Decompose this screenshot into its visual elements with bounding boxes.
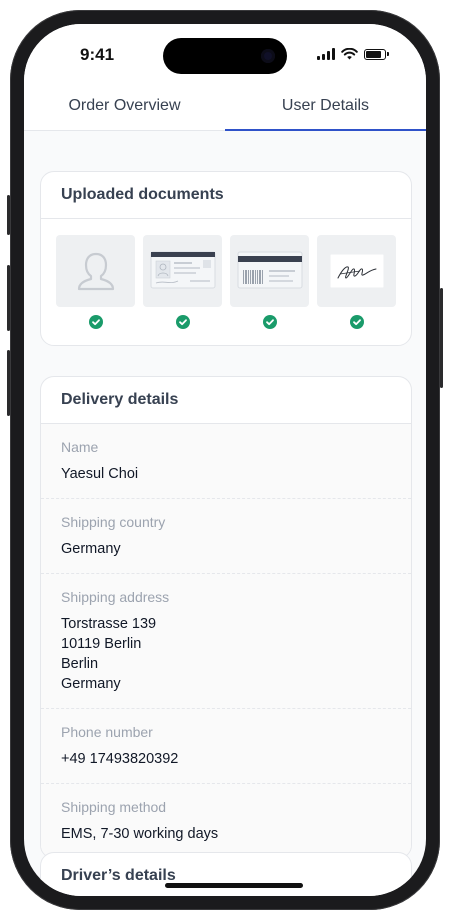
- document-item[interactable]: [317, 235, 396, 345]
- profile-photo-icon: [56, 235, 135, 307]
- field-label: Shipping address: [61, 589, 170, 605]
- tab-user-details[interactable]: User Details: [225, 84, 426, 131]
- phone-number-field: Phone number +49 17493820392: [41, 709, 411, 784]
- address-line: 10119 Berlin: [61, 636, 142, 652]
- tab-bar: Order Overview User Details: [24, 84, 426, 131]
- home-indicator[interactable]: [165, 883, 303, 888]
- field-value: Germany: [61, 541, 121, 557]
- shipping-address-field: Shipping address Torstrasse 139 10119 Be…: [41, 574, 411, 709]
- document-item[interactable]: [143, 235, 222, 345]
- shipping-country-field: Shipping country Germany: [41, 499, 411, 574]
- wifi-icon: [341, 48, 358, 60]
- drivers-details-title: Driver’s details: [61, 867, 176, 884]
- id-card-back-icon: [230, 235, 309, 307]
- address-line: Berlin: [61, 656, 99, 672]
- field-label: Shipping country: [61, 514, 166, 530]
- delivery-details-card: Delivery details Name Yaesul Choi Shippi…: [40, 376, 412, 859]
- uploaded-documents-title: Uploaded documents: [41, 172, 411, 219]
- shipping-method-field: Shipping method EMS, 7-30 working days: [41, 784, 411, 858]
- status-time: 9:41: [80, 45, 115, 64]
- check-circle-icon: [88, 315, 103, 329]
- name-field: Name Yaesul Choi: [41, 424, 411, 499]
- field-label: Name: [61, 439, 99, 455]
- screen: 9:41 Order Overview User Details Uploade…: [24, 24, 426, 896]
- status-icons: [317, 48, 389, 60]
- drivers-details-card: Driver’s details: [40, 852, 412, 896]
- action-button: [7, 195, 10, 235]
- signature-icon: [317, 235, 396, 307]
- id-card-front-icon: [143, 235, 222, 307]
- volume-down-button: [7, 350, 10, 416]
- address-line: Germany: [61, 676, 121, 692]
- documents-row: [41, 219, 411, 345]
- address-line: Torstrasse 139: [61, 616, 157, 632]
- camera-icon: [261, 49, 275, 63]
- dynamic-island: [163, 38, 287, 74]
- document-item[interactable]: [230, 235, 309, 345]
- check-circle-icon: [175, 315, 190, 329]
- field-label: Phone number: [61, 724, 153, 740]
- volume-up-button: [7, 265, 10, 331]
- check-circle-icon: [349, 315, 364, 329]
- check-circle-icon: [262, 315, 277, 329]
- field-value: +49 17493820392: [61, 751, 179, 767]
- battery-icon: [364, 48, 389, 60]
- document-item[interactable]: [56, 235, 135, 345]
- status-bar: 9:41: [24, 24, 426, 84]
- field-value: EMS, 7-30 working days: [61, 826, 219, 842]
- cellular-signal-icon: [317, 48, 335, 60]
- tab-order-overview[interactable]: Order Overview: [24, 84, 225, 130]
- power-button: [440, 288, 443, 388]
- field-label: Shipping method: [61, 799, 167, 815]
- field-value: Yaesul Choi: [61, 466, 139, 482]
- uploaded-documents-card: Uploaded documents: [40, 171, 412, 346]
- phone-frame: 9:41 Order Overview User Details Uploade…: [7, 10, 443, 910]
- delivery-details-title: Delivery details: [41, 377, 411, 424]
